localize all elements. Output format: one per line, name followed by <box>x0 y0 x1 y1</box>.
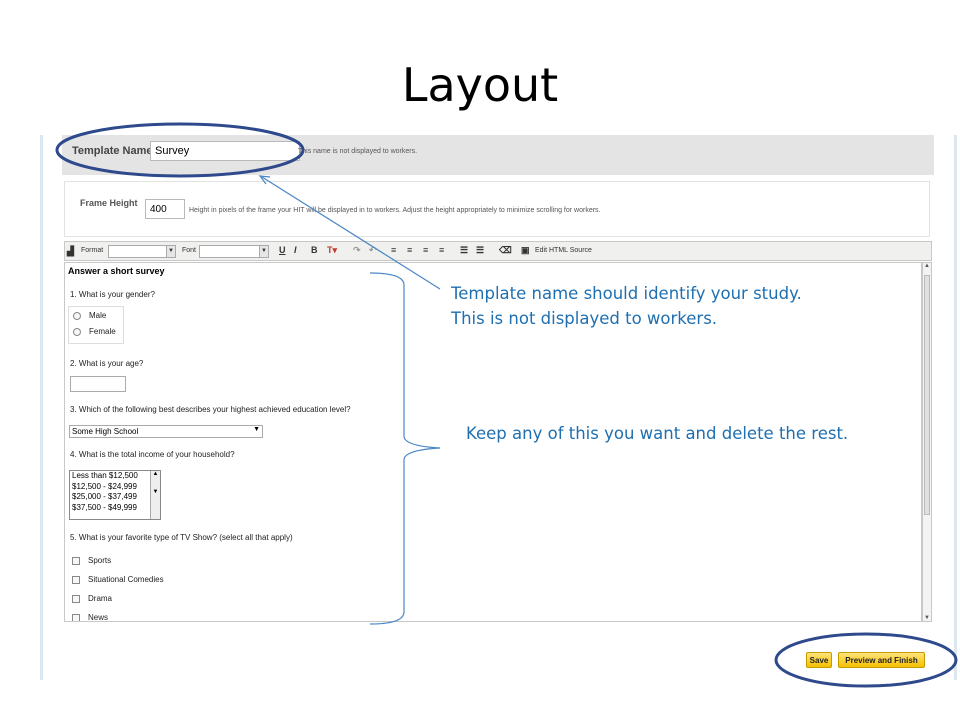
question-5: 5. What is your favorite type of TV Show… <box>70 533 293 542</box>
chevron-down-icon: ▼ <box>259 246 268 257</box>
scroll-up-icon[interactable]: ▲ <box>923 263 931 269</box>
radio-button[interactable] <box>73 311 81 320</box>
frame-height-input[interactable] <box>145 199 185 219</box>
align-center-icon[interactable]: ≡ <box>407 245 412 255</box>
tv-option-news[interactable]: News <box>72 613 108 621</box>
list-item[interactable]: Less than $12,500 <box>70 471 160 482</box>
tv-option-sports[interactable]: Sports <box>72 556 111 565</box>
eraser-icon[interactable]: ⌫ <box>499 245 512 256</box>
scrollbar-thumb[interactable] <box>924 275 930 515</box>
format-select[interactable]: ▼ <box>108 245 176 258</box>
undo-icon[interactable]: ↶ <box>369 245 377 256</box>
list-item[interactable]: $25,000 - $37,499 <box>70 492 160 503</box>
tv-options-box: Sports Situational Comedies Drama News <box>68 552 176 621</box>
tv-option-drama[interactable]: Drama <box>72 594 112 603</box>
numbered-list-icon[interactable]: ☰ <box>460 245 468 256</box>
income-listbox[interactable]: Less than $12,500 $12,500 - $24,999 $25,… <box>69 470 161 520</box>
list-item[interactable]: $12,500 - $24,999 <box>70 482 160 493</box>
gender-options-box: Male Female <box>68 306 124 344</box>
html-source-icon[interactable]: ▣ <box>521 245 530 256</box>
preview-and-finish-button[interactable]: Preview and Finish <box>838 652 925 668</box>
frame-height-label: Frame Height <box>80 198 138 208</box>
template-name-note: This name is not displayed to workers. <box>298 148 418 155</box>
survey-title: Answer a short survey <box>68 266 165 276</box>
justify-icon[interactable]: ≡ <box>439 245 444 255</box>
education-select[interactable]: Some High School ▼ <box>69 425 263 438</box>
chevron-down-icon: ▼ <box>166 246 175 257</box>
redo-icon[interactable]: ↷ <box>353 245 361 256</box>
template-name-label: Template Name: <box>72 145 157 157</box>
gender-option-male[interactable]: Male <box>73 311 106 320</box>
editor-toolbar: ▟ Format ▼ Font ▼ U I B T▾ ↷ ↶ ≡ ≡ ≡ ≡ ☰… <box>64 241 932 261</box>
font-select[interactable]: ▼ <box>199 245 269 258</box>
format-label: Format <box>81 247 104 254</box>
underline-icon[interactable]: U <box>279 245 286 255</box>
radio-button[interactable] <box>73 327 81 336</box>
age-input[interactable] <box>70 376 126 392</box>
align-right-icon[interactable]: ≡ <box>423 245 428 255</box>
edit-html-source-button[interactable]: Edit HTML Source <box>535 247 592 254</box>
frame-height-section: Frame Height Height in pixels of the fra… <box>64 181 930 237</box>
align-left-icon[interactable]: ≡ <box>391 245 396 255</box>
bullet-list-icon[interactable]: ☰ <box>476 245 484 256</box>
checkbox[interactable] <box>72 594 80 603</box>
listbox-scrollbar[interactable]: ▲ ▼ <box>150 471 160 519</box>
tv-option-sitcoms[interactable]: Situational Comedies <box>72 575 164 584</box>
question-2: 2. What is your age? <box>70 359 144 368</box>
chevron-down-icon: ▼ <box>253 426 260 433</box>
resize-handle-icon[interactable]: ▟ <box>67 246 74 257</box>
italic-icon[interactable]: I <box>294 245 297 255</box>
font-label: Font <box>182 247 197 254</box>
gender-option-female[interactable]: Female <box>73 327 116 336</box>
template-name-input[interactable] <box>150 141 300 161</box>
list-item[interactable]: $37,500 - $49,999 <box>70 503 160 514</box>
question-3: 3. Which of the following best describes… <box>70 405 351 414</box>
question-1: 1. What is your gender? <box>70 290 155 299</box>
keep-any-annotation: Keep any of this you want and delete the… <box>466 424 849 443</box>
frame-height-note: Height in pixels of the frame your HIT w… <box>189 207 601 214</box>
hit-template-editor: Template Name: This name is not displaye… <box>62 135 934 630</box>
template-name-bar: Template Name: This name is not displaye… <box>62 135 934 175</box>
checkbox[interactable] <box>72 613 80 621</box>
text-color-icon[interactable]: T▾ <box>327 245 337 256</box>
checkbox[interactable] <box>72 556 80 565</box>
scroll-down-icon[interactable]: ▼ <box>923 615 931 621</box>
editor-scrollbar[interactable]: ▲ ▼ <box>922 262 932 622</box>
question-4: 4. What is the total income of your hous… <box>70 450 235 459</box>
bold-icon[interactable]: B <box>311 245 318 255</box>
slide-title: Layout <box>401 58 559 112</box>
template-name-annotation: Template name should identify your study… <box>451 284 802 328</box>
save-button[interactable]: Save <box>806 652 832 668</box>
checkbox[interactable] <box>72 575 80 584</box>
